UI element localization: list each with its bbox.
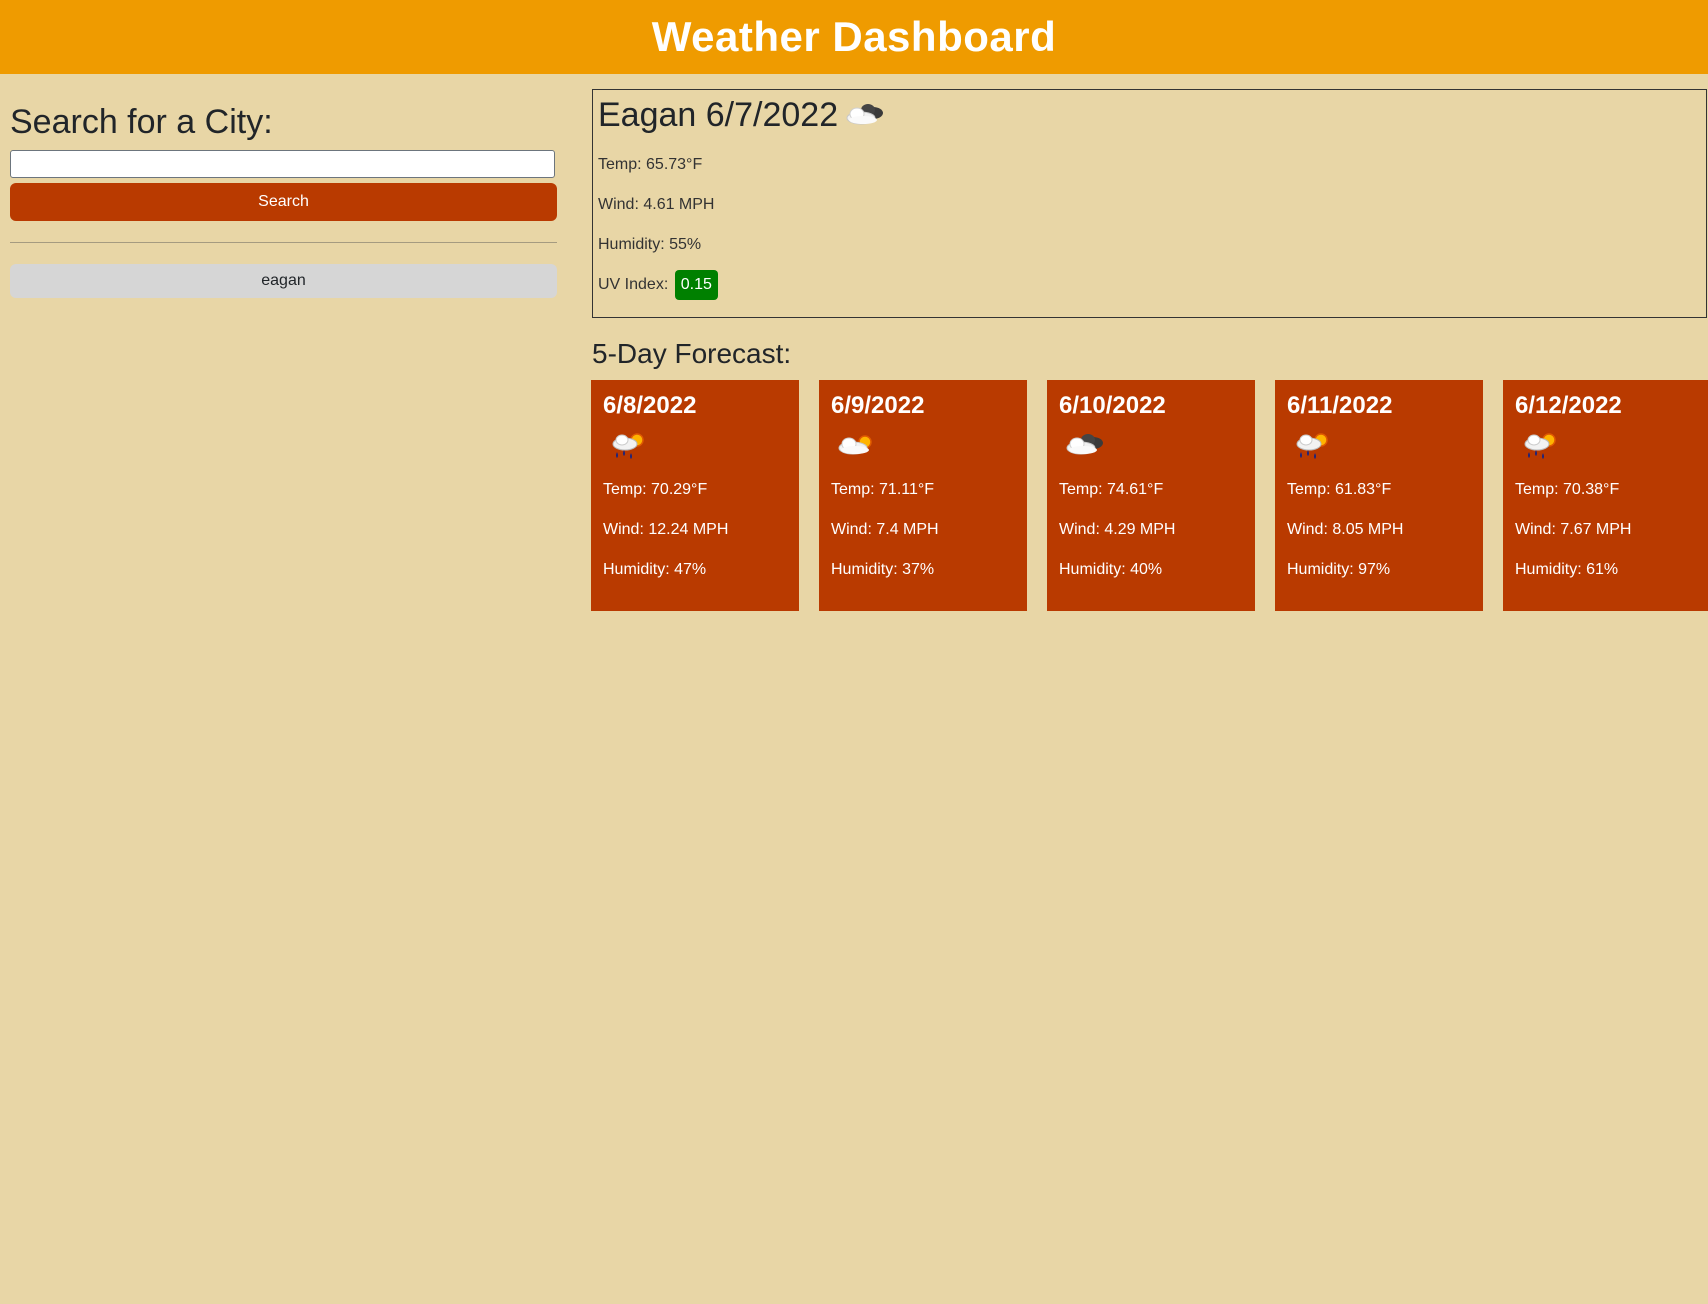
few-clouds-night-icon xyxy=(846,103,884,124)
search-sidebar: Search for a City: Search eagan xyxy=(10,89,557,611)
current-city-date: Eagan 6/7/2022 xyxy=(598,96,839,134)
forecast-card: 6/9/2022 Temp: 71.11°F Wind: 7.4 MPH Hum… xyxy=(819,380,1027,611)
city-search-input[interactable] xyxy=(10,150,555,178)
current-weather-header: Eagan 6/7/2022 xyxy=(598,96,1701,135)
forecast-temp: Temp: 71.11°F xyxy=(831,481,935,498)
current-weather-card: Eagan 6/7/2022 Temp: 65.73°F Wind: 4.61 … xyxy=(592,89,1707,318)
current-wind: Wind: 4.61 MPH xyxy=(598,196,715,213)
forecast-humidity: Humidity: 61% xyxy=(1515,561,1619,578)
forecast-humidity: Humidity: 97% xyxy=(1287,561,1391,578)
uv-index-badge: 0.15 xyxy=(674,269,718,300)
forecast-card: 6/8/2022 Temp: 70.29°F Wind: 12.24 MPH H… xyxy=(591,380,799,611)
forecast-humidity: Humidity: 47% xyxy=(603,561,707,578)
sidebar-divider xyxy=(10,242,557,243)
current-temp: Temp: 65.73°F xyxy=(598,156,703,173)
few-clouds-night-icon xyxy=(1066,434,1103,455)
forecast-wind: Wind: 7.67 MPH xyxy=(1515,521,1632,538)
weather-main: Eagan 6/7/2022 Temp: 65.73°F Wind: 4.61 … xyxy=(591,89,1708,611)
forecast-card: 6/11/2022 Temp: 61.83°F Wind: 8.05 MPH H… xyxy=(1275,380,1483,611)
current-humidity: Humidity: 55% xyxy=(598,236,702,253)
forecast-date: 6/11/2022 xyxy=(1287,392,1393,419)
search-button[interactable]: Search xyxy=(10,183,557,221)
app-header: Weather Dashboard xyxy=(0,0,1708,74)
forecast-temp: Temp: 74.61°F xyxy=(1059,481,1164,498)
forecast-date: 6/12/2022 xyxy=(1515,392,1622,419)
forecast-humidity: Humidity: 40% xyxy=(1059,561,1163,578)
current-uv: UV Index: 0.15 xyxy=(598,265,1701,305)
forecast-humidity: Humidity: 37% xyxy=(831,561,935,578)
forecast-date: 6/8/2022 xyxy=(603,392,697,419)
rain-sun-icon xyxy=(1524,433,1556,459)
uv-label: UV Index: xyxy=(598,276,669,293)
forecast-temp: Temp: 61.83°F xyxy=(1287,481,1392,498)
forecast-wind: Wind: 4.29 MPH xyxy=(1059,521,1176,538)
history-item-eagan[interactable]: eagan xyxy=(10,264,557,298)
few-clouds-day-icon xyxy=(838,435,872,455)
forecast-temp: Temp: 70.38°F xyxy=(1515,481,1620,498)
forecast-heading: 5-Day Forecast: xyxy=(592,338,792,369)
forecast-wind: Wind: 8.05 MPH xyxy=(1287,521,1404,538)
forecast-card: 6/12/2022 Temp: 70.38°F Wind: 7.67 MPH H… xyxy=(1503,380,1708,611)
rain-sun-icon xyxy=(1296,433,1328,459)
forecast-wind: Wind: 7.4 MPH xyxy=(831,521,939,538)
forecast-cards: 6/8/2022 Temp: 70.29°F Wind: 12.24 MPH H… xyxy=(591,380,1708,611)
forecast-card: 6/10/2022 Temp: 74.61°F Wind: 4.29 MPH H… xyxy=(1047,380,1255,611)
forecast-temp: Temp: 70.29°F xyxy=(603,481,708,498)
forecast-date: 6/9/2022 xyxy=(831,392,925,419)
search-history: eagan xyxy=(10,264,557,298)
rain-sun-icon xyxy=(612,433,644,459)
page-title: Weather Dashboard xyxy=(651,13,1057,60)
forecast-wind: Wind: 12.24 MPH xyxy=(603,521,729,538)
search-heading: Search for a City: xyxy=(10,103,273,141)
forecast-date: 6/10/2022 xyxy=(1059,392,1166,419)
dashboard-layout: Search for a City: Search eagan Eagan 6/… xyxy=(0,74,1708,611)
